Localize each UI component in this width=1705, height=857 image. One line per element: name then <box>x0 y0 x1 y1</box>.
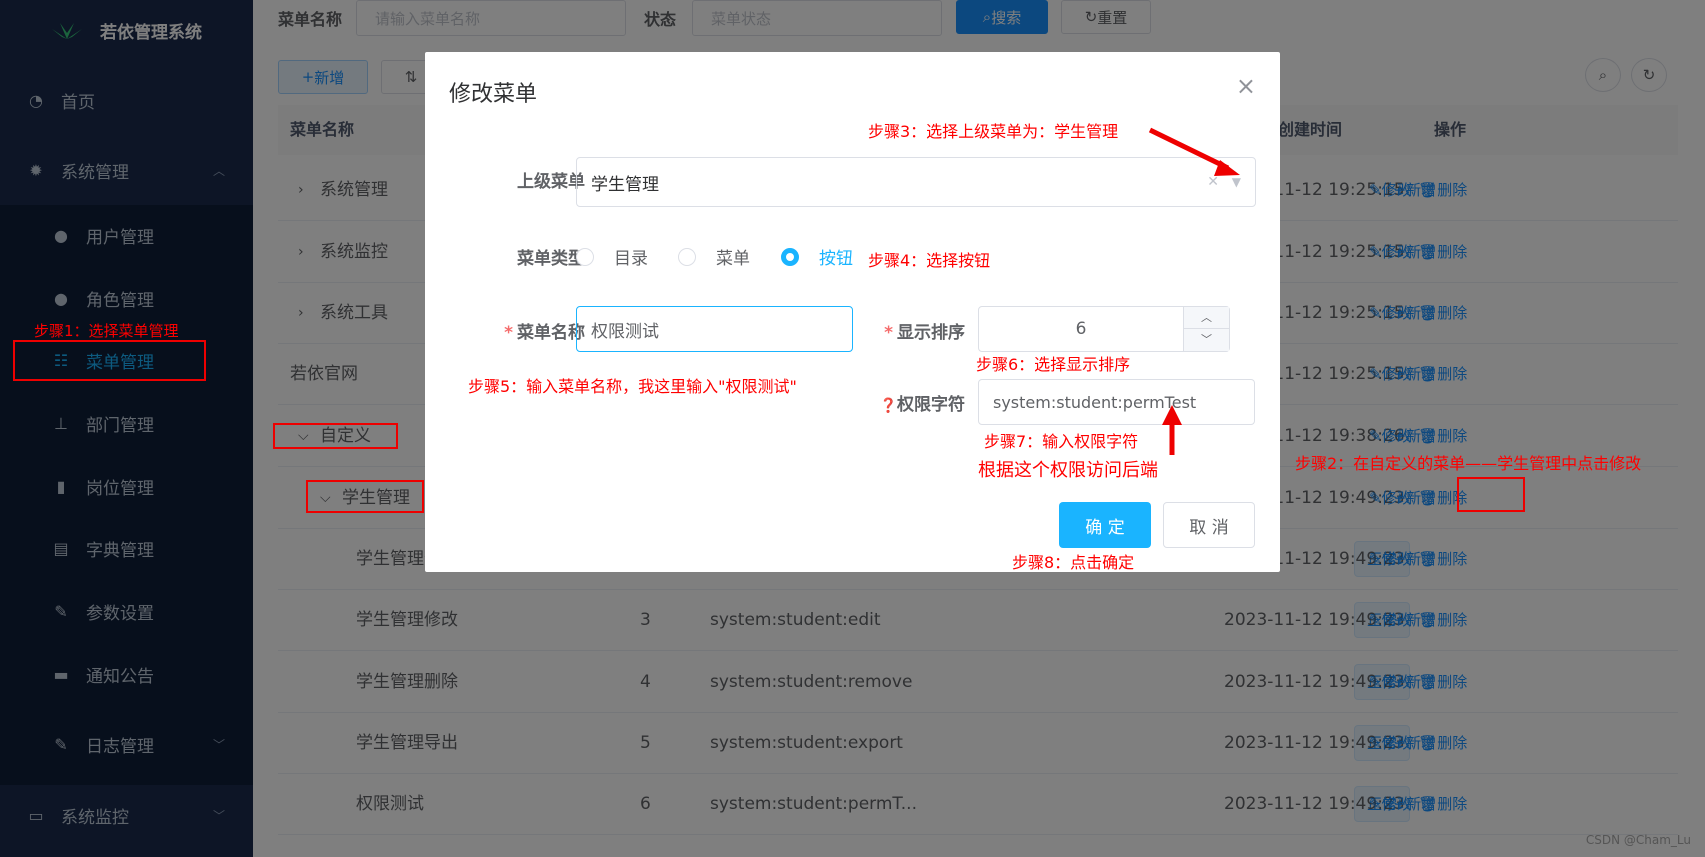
caret-down-icon: ▼ <box>1231 175 1241 189</box>
radio-directory[interactable]: 目录 <box>576 244 648 269</box>
close-icon[interactable]: × <box>1236 72 1256 100</box>
display-order-label-text: 显示排序 <box>897 323 965 343</box>
radio-label: 按钮 <box>819 249 853 269</box>
radio-circle <box>781 247 799 266</box>
radio-circle <box>678 247 696 266</box>
display-order-label: * 显示排序 <box>884 323 965 343</box>
perm-input[interactable]: system:student:permTest <box>978 379 1255 425</box>
perm-label-text: 权限字符 <box>897 395 965 415</box>
parent-menu-select[interactable]: 学生管理 ✕ ▼ <box>576 157 1256 207</box>
radio-label: 菜单 <box>716 249 750 269</box>
cancel-button[interactable]: 取 消 <box>1163 502 1255 548</box>
annotation-step7: 步骤7：输入权限字符 <box>984 432 1139 451</box>
decrease-icon[interactable]: ﹀ <box>1184 329 1229 351</box>
annotation-step2: 步骤2：在自定义的菜单——学生管理中点击修改 <box>1295 454 1642 473</box>
display-order-stepper[interactable]: 6 ︿ ﹀ <box>978 306 1230 352</box>
menu-name-label: * 菜单名称 <box>504 323 585 343</box>
annotation-step7-detail: 根据这个权限访问后端 <box>978 460 1158 481</box>
clear-icon[interactable]: ✕ <box>1207 174 1219 190</box>
annotation-step6: 步骤6：选择显示排序 <box>976 355 1131 374</box>
radio-label: 目录 <box>614 249 648 269</box>
menu-name-label-text: 菜单名称 <box>517 323 585 343</box>
parent-menu-label: 上级菜单 <box>517 172 585 192</box>
radio-button[interactable]: 按钮 <box>781 244 853 269</box>
menu-name-input[interactable]: 权限测试 <box>576 306 853 352</box>
annotation-step5: 步骤5：输入菜单名称，我这里输入"权限测试" <box>468 377 797 396</box>
perm-label: ❓权限字符 <box>865 390 965 415</box>
question-icon: ❓ <box>879 398 897 414</box>
annotation-step1: 步骤1：选择菜单管理 <box>34 322 179 340</box>
parent-menu-value: 学生管理 <box>591 174 659 195</box>
display-order-value: 6 <box>1075 319 1087 339</box>
dialog-title: 修改菜单 <box>449 82 538 107</box>
annotation-step3: 步骤3：选择上级菜单为：学生管理 <box>868 122 1119 141</box>
increase-icon[interactable]: ︿ <box>1184 307 1229 329</box>
radio-menu[interactable]: 菜单 <box>678 244 750 269</box>
radio-circle <box>576 247 594 266</box>
edit-menu-dialog: 修改菜单 × 上级菜单 学生管理 ✕ ▼ 菜单类型 目录 菜单 按钮 * 菜单名称… <box>425 52 1280 572</box>
menu-type-label: 菜单类型 <box>517 249 585 269</box>
annotation-step4: 步骤4：选择按钮 <box>868 251 991 270</box>
annotation-step8: 步骤8：点击确定 <box>1012 553 1135 572</box>
watermark: CSDN @Cham_Lu <box>1585 833 1691 847</box>
confirm-button[interactable]: 确 定 <box>1059 502 1151 548</box>
